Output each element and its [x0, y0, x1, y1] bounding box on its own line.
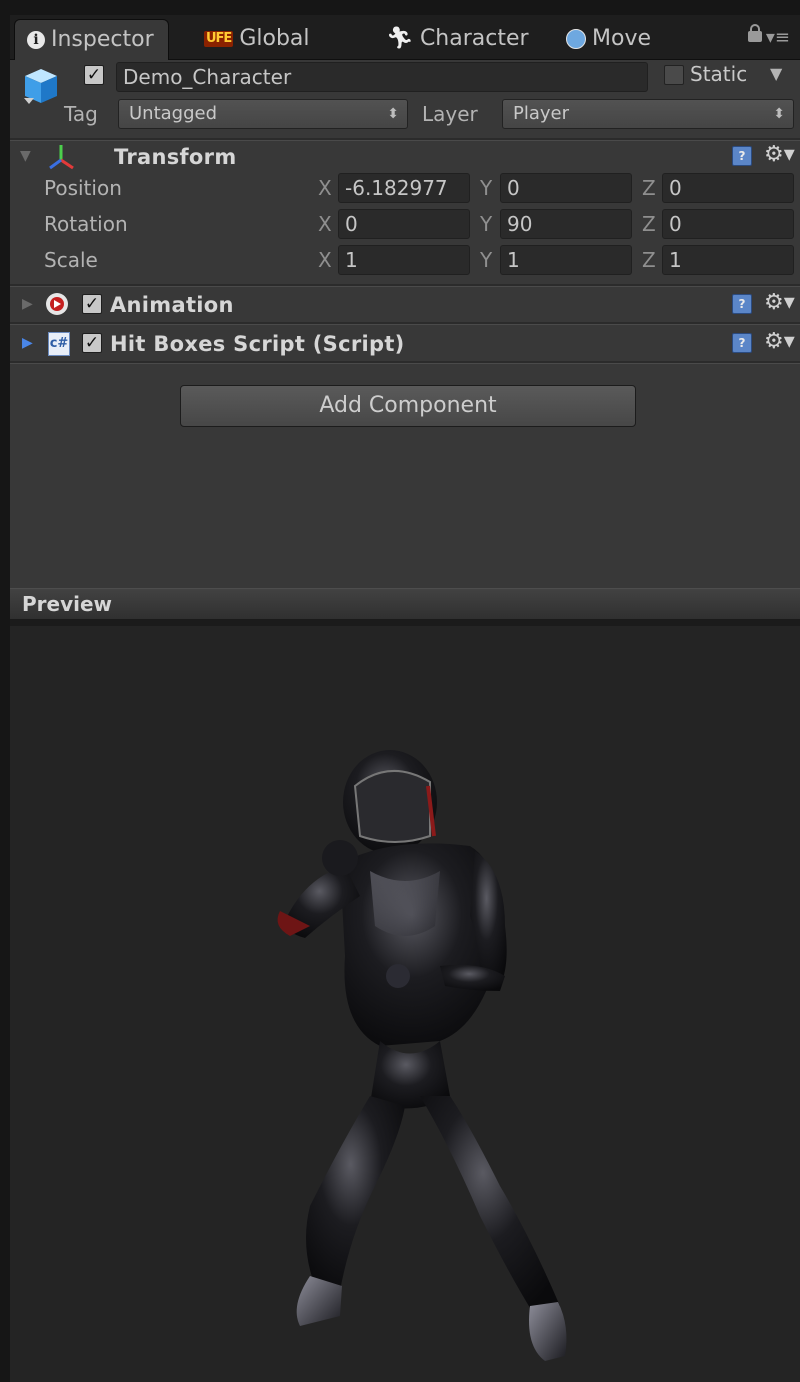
- gear-icon[interactable]: ⚙▾: [764, 144, 795, 166]
- static-label: Static: [690, 62, 748, 86]
- divider: [10, 322, 800, 325]
- ufe-logo-icon: UFE: [204, 31, 234, 47]
- preview-viewport[interactable]: [10, 620, 800, 1382]
- axis-z-label: Z: [642, 176, 656, 200]
- tab-inspector[interactable]: i Inspector: [14, 19, 169, 60]
- axis-x-label: X: [318, 248, 332, 272]
- preview-title: Preview: [22, 592, 113, 616]
- tag-label: Tag: [64, 102, 98, 126]
- tab-label: Move: [592, 26, 651, 51]
- info-icon: i: [27, 31, 45, 49]
- animation-enabled-checkbox[interactable]: ✓: [82, 294, 102, 314]
- position-x-field[interactable]: -6.182977: [338, 173, 470, 203]
- position-y-field[interactable]: 0: [500, 173, 632, 203]
- static-dropdown-arrow-icon[interactable]: ▼: [770, 64, 782, 83]
- animation-title[interactable]: Animation: [110, 290, 234, 320]
- divider: [10, 138, 800, 141]
- running-figure-icon: 🏃︎: [386, 26, 414, 51]
- divider: [10, 284, 800, 287]
- axis-x-label: X: [318, 176, 332, 200]
- foldout-arrow-icon[interactable]: ▶: [22, 335, 33, 351]
- scale-x-field[interactable]: 1: [338, 245, 470, 275]
- csharp-script-icon: c#: [48, 332, 70, 356]
- gameobject-cube-icon: [24, 69, 57, 104]
- active-checkbox[interactable]: ✓: [84, 65, 104, 85]
- help-icon[interactable]: ?: [732, 146, 752, 166]
- tab-global[interactable]: UFE Global: [204, 19, 310, 59]
- context-menu-icon[interactable]: ▾≡: [766, 27, 790, 48]
- dropdown-arrows-icon: ⬍: [773, 106, 785, 122]
- move-globe-icon: [566, 29, 586, 49]
- preview-header[interactable]: Preview: [10, 588, 800, 620]
- gear-icon[interactable]: ⚙▾: [764, 292, 795, 314]
- scale-label: Scale: [44, 248, 98, 272]
- tab-bar: i Inspector UFE Global 🏃︎ Character Move ▾≡: [10, 15, 800, 60]
- dropdown-arrows-icon: ⬍: [387, 106, 399, 122]
- position-z-field[interactable]: 0: [662, 173, 794, 203]
- tab-label: Inspector: [51, 27, 154, 52]
- foldout-arrow-icon[interactable]: ▶: [22, 296, 33, 312]
- help-icon[interactable]: ?: [732, 333, 752, 353]
- animation-play-icon: [46, 293, 68, 315]
- divider: [10, 361, 800, 364]
- character-model-preview: [277, 750, 567, 1361]
- tab-label: Global: [239, 26, 310, 51]
- layer-value: Player: [513, 103, 570, 124]
- hitboxes-script-title[interactable]: Hit Boxes Script (Script): [110, 329, 405, 359]
- layer-dropdown[interactable]: Player ⬍: [502, 99, 794, 129]
- scale-y-field[interactable]: 1: [500, 245, 632, 275]
- transform-title[interactable]: Transform: [114, 142, 237, 172]
- axis-x-label: X: [318, 212, 332, 236]
- static-checkbox[interactable]: [664, 65, 684, 85]
- tag-dropdown[interactable]: Untagged ⬍: [118, 99, 408, 129]
- inspector-panel: ✓ Demo_Character Static ▼ Tag Untagged ⬍ …: [10, 60, 800, 588]
- unity-inspector-window: i Inspector UFE Global 🏃︎ Character Move ▾≡…: [0, 0, 800, 1382]
- scale-z-field[interactable]: 1: [662, 245, 794, 275]
- rotation-label: Rotation: [44, 212, 128, 236]
- axis-y-label: Y: [480, 212, 493, 236]
- axis-z-label: Z: [642, 212, 656, 236]
- lock-icon[interactable]: [748, 24, 762, 42]
- transform-axes-icon: [49, 145, 74, 170]
- axis-z-label: Z: [642, 248, 656, 272]
- gear-icon[interactable]: ⚙▾: [764, 331, 795, 353]
- position-label: Position: [44, 176, 122, 200]
- rotation-x-field[interactable]: 0: [338, 209, 470, 239]
- layer-label: Layer: [422, 102, 478, 126]
- axis-y-label: Y: [480, 176, 493, 200]
- hitboxes-enabled-checkbox[interactable]: ✓: [82, 333, 102, 353]
- add-component-button[interactable]: Add Component: [180, 385, 636, 427]
- gameobject-name-field[interactable]: Demo_Character: [116, 62, 648, 92]
- help-icon[interactable]: ?: [732, 294, 752, 314]
- axis-y-label: Y: [480, 248, 493, 272]
- tag-value: Untagged: [129, 103, 218, 124]
- rotation-z-field[interactable]: 0: [662, 209, 794, 239]
- rotation-y-field[interactable]: 90: [500, 209, 632, 239]
- tab-label: Character: [419, 26, 529, 51]
- foldout-arrow-icon[interactable]: ▼: [20, 148, 31, 164]
- tab-character[interactable]: 🏃︎ Character: [386, 19, 529, 59]
- tab-move[interactable]: Move: [566, 19, 651, 59]
